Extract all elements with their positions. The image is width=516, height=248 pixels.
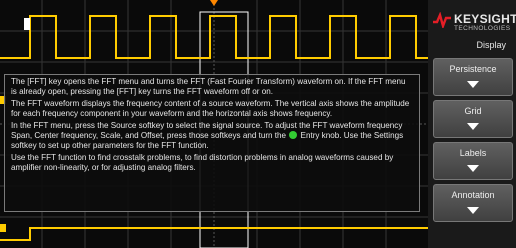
keysight-wave-icon: [433, 12, 451, 28]
help-paragraph-2: The FFT waveform displays the frequency …: [11, 99, 410, 118]
arrow-down-icon: [467, 81, 479, 88]
arrow-down-icon: [467, 165, 479, 172]
labels-label: Labels: [459, 148, 487, 158]
keysight-logo: KEYSIGHT TECHNOLOGIES: [432, 10, 516, 36]
channel-2-ground-marker: [0, 224, 6, 232]
labels-softkey[interactable]: Labels: [433, 142, 513, 180]
grid-label: Grid: [464, 106, 482, 116]
entry-knob-icon: [289, 130, 298, 139]
trigger-position-marker: [210, 0, 218, 6]
softkey-panel: KEYSIGHT TECHNOLOGIES Display Persistenc…: [428, 0, 516, 248]
persistence-label: Persistence: [449, 64, 497, 74]
persistence-softkey[interactable]: Persistence: [433, 58, 513, 96]
annotation-label: Annotation: [451, 190, 495, 200]
help-paragraph-3: In the FFT menu, press the Source softke…: [11, 121, 413, 150]
arrow-down-icon: [467, 123, 479, 130]
help-paragraph-4: Use the FFT function to find crosstalk p…: [11, 153, 394, 172]
help-popup: The [FFT] key opens the FFT menu and tur…: [4, 74, 420, 212]
brand-sub: TECHNOLOGIES: [454, 25, 511, 32]
waveform-display: The [FFT] key opens the FFT menu and tur…: [0, 0, 428, 248]
help-paragraph-1: The [FFT] key opens the FFT menu and tur…: [11, 77, 406, 96]
brand-name: KEYSIGHT: [454, 12, 516, 26]
arrow-down-icon: [467, 207, 479, 214]
menu-title: Display: [476, 40, 506, 50]
cursor-marker: [24, 18, 30, 30]
annotation-softkey[interactable]: Annotation: [433, 184, 513, 222]
grid-softkey[interactable]: Grid: [433, 100, 513, 138]
